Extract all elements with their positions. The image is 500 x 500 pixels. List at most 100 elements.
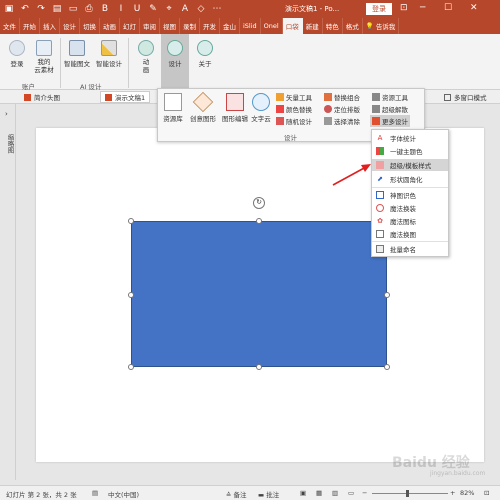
submenu-item-magic-icon[interactable]: ✿ 魔法图标	[372, 215, 448, 227]
ribbon-display-icon[interactable]: ⊡	[400, 3, 408, 13]
pen-icon[interactable]: ✎	[146, 2, 160, 16]
slideshow-view-icon[interactable]: ▭	[348, 489, 354, 497]
italic-icon[interactable]: I	[114, 2, 128, 16]
shape-icon[interactable]: ◇	[194, 2, 208, 16]
resize-handle[interactable]	[256, 218, 262, 224]
fit-slide-icon[interactable]: ⊡	[484, 489, 489, 497]
resize-handle[interactable]	[128, 218, 134, 224]
underline-icon[interactable]: U	[130, 2, 144, 16]
submenu-item-template-style[interactable]: 超级/模板样式	[372, 159, 448, 171]
template-style-icon	[376, 161, 384, 169]
submenu-item-color-pick[interactable]: 神图识色	[372, 189, 448, 201]
maximize-button[interactable]: ☐	[444, 3, 452, 13]
creative-graphics-button[interactable]: 创意图形	[188, 91, 218, 123]
tab-format[interactable]: 格式	[343, 18, 363, 34]
tab-tell-me[interactable]: 💡 告诉我	[363, 18, 400, 34]
submenu-item-font-stats[interactable]: A 字体统计	[372, 132, 448, 144]
tab-insert[interactable]: 插入	[40, 18, 60, 34]
tab-developer[interactable]: 开发	[200, 18, 220, 34]
submenu-item-magic-image[interactable]: 魔法换图	[372, 228, 448, 240]
about-button[interactable]: 关于	[194, 40, 216, 68]
select-clear-button[interactable]: 选择清除	[324, 116, 360, 126]
printer-icon[interactable]: ⎙	[82, 2, 96, 16]
font-color-icon[interactable]: A	[178, 2, 192, 16]
language-indicator[interactable]: 中文(中国)	[108, 489, 139, 499]
resize-handle[interactable]	[384, 364, 390, 370]
tab-review[interactable]: 审阅	[140, 18, 160, 34]
more-design-button[interactable]: 更多设计	[370, 115, 410, 127]
minimize-button[interactable]: ─	[420, 3, 425, 13]
doc-tab-presentation1[interactable]: 演示文稿1	[100, 91, 151, 103]
expand-arrow-icon[interactable]: ›	[5, 110, 8, 118]
zoom-out-icon[interactable]: −	[362, 489, 367, 497]
submenu-item-round-corners[interactable]: ⬈ 形状圆角化	[372, 173, 448, 185]
word-cloud-button[interactable]: 文字云	[250, 93, 272, 123]
tab-jinshan[interactable]: 金山	[220, 18, 240, 34]
design-button[interactable]: 设计	[164, 40, 186, 68]
random-design-button[interactable]: 随机设计	[276, 116, 312, 126]
zoom-slider[interactable]	[372, 493, 448, 494]
rotate-handle-icon[interactable]: ↻	[253, 197, 265, 209]
slide-sorter-icon[interactable]: ▦	[316, 489, 322, 497]
eyedropper-icon[interactable]: ⌖	[162, 2, 176, 16]
zoom-in-icon[interactable]: +	[450, 489, 455, 497]
folder-icon[interactable]: ▭	[66, 2, 80, 16]
doc-tab-intro[interactable]: 简介头图	[20, 91, 64, 103]
rectangle-shape[interactable]	[131, 221, 387, 367]
submenu-item-batch-rename[interactable]: 批量命名	[372, 243, 448, 255]
position-layout-button[interactable]: 定位排版	[324, 104, 360, 114]
animation-button[interactable]: 动 画	[136, 40, 156, 74]
thumbnail-panel[interactable]: › 缩略图	[0, 104, 16, 480]
login-button[interactable]: 登录	[366, 3, 392, 15]
submenu-item-theme-color[interactable]: 一键主题色	[372, 145, 448, 157]
submenu-item-magic-outfit[interactable]: 魔法换装	[372, 202, 448, 214]
spellcheck-icon[interactable]: ▤	[92, 489, 98, 497]
tab-transitions[interactable]: 切换	[80, 18, 100, 34]
tab-new[interactable]: 新建	[303, 18, 323, 34]
ribbon-divider	[60, 38, 61, 88]
tab-onekey[interactable]: Onel	[261, 18, 283, 34]
bold-icon[interactable]: B	[98, 2, 112, 16]
reading-view-icon[interactable]: ▥	[332, 489, 338, 497]
tab-koudai[interactable]: 口袋	[282, 18, 303, 34]
resize-handle[interactable]	[384, 292, 390, 298]
graphic-edit-button[interactable]: 图形编辑	[220, 93, 250, 123]
tab-file[interactable]: 文件	[0, 18, 20, 34]
tab-design[interactable]: 设计	[60, 18, 80, 34]
multiwindow-button[interactable]: 多窗口模式	[440, 91, 491, 103]
graphic-edit-icon	[226, 93, 244, 111]
tab-islide[interactable]: iSlid	[240, 18, 261, 34]
start-slideshow-icon[interactable]: ▤	[50, 2, 64, 16]
rename-icon	[376, 245, 384, 253]
zoom-slider-thumb[interactable]	[406, 490, 409, 497]
smart-design-button[interactable]: 智能设计	[94, 40, 124, 68]
resize-handle[interactable]	[256, 364, 262, 370]
super-ungroup-button[interactable]: 超级解散	[372, 104, 408, 114]
normal-view-icon[interactable]: ▣	[300, 489, 306, 497]
tab-feature[interactable]: 特色	[323, 18, 343, 34]
smart-image-button[interactable]: 智能图文	[62, 40, 92, 68]
resource-tools-button[interactable]: 资源工具	[372, 92, 408, 102]
zoom-level[interactable]: 82%	[460, 489, 474, 497]
tab-slideshow[interactable]: 幻灯	[120, 18, 140, 34]
title-bar: ▣ ↶ ↷ ▤ ▭ ⎙ B I U ✎ ⌖ A ◇ ⋯ 演示文稿1 - Po..…	[0, 0, 500, 18]
tab-record[interactable]: 录制	[180, 18, 200, 34]
color-replace-button[interactable]: 颜色替换	[276, 104, 312, 114]
tab-home[interactable]: 开始	[20, 18, 40, 34]
resource-library-button[interactable]: 资源库	[162, 93, 184, 123]
vector-tools-button[interactable]: 矢量工具	[276, 92, 312, 102]
save-icon[interactable]: ▣	[2, 2, 16, 16]
resize-handle[interactable]	[128, 364, 134, 370]
close-button[interactable]: ✕	[470, 3, 478, 13]
undo-icon[interactable]: ↶	[18, 2, 32, 16]
resize-handle[interactable]	[128, 292, 134, 298]
tab-view[interactable]: 视图	[160, 18, 180, 34]
notes-button[interactable]: ≙ 备注	[226, 489, 247, 499]
comments-button[interactable]: ▬ 批注	[258, 489, 279, 499]
redo-icon[interactable]: ↷	[34, 2, 48, 16]
customize-toolbar-icon[interactable]: ⋯	[210, 2, 224, 16]
tab-animations[interactable]: 动画	[100, 18, 120, 34]
replace-group-button[interactable]: 替换组合	[324, 92, 360, 102]
my-material-button[interactable]: 我的 云素材	[30, 40, 58, 74]
login-ribbon-button[interactable]: 登录	[6, 40, 28, 68]
